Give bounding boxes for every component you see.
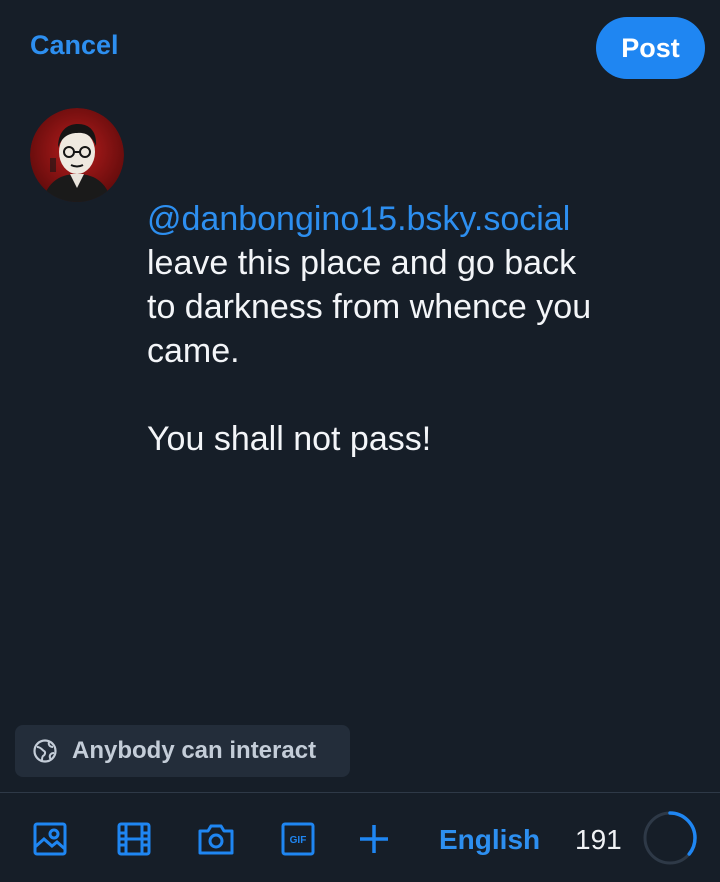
interaction-settings-button[interactable]: Anybody can interact [15, 725, 350, 777]
toolbar-divider [0, 792, 720, 793]
character-count: 191 [575, 824, 622, 855]
post-button[interactable]: Post [596, 17, 705, 79]
language-selector[interactable]: English [439, 824, 540, 856]
cancel-button[interactable]: Cancel [30, 30, 119, 61]
post-text-input[interactable]: @danbongino15.bsky.social leave this plac… [147, 109, 687, 505]
post-body-text: leave this place and go back to darkness… [147, 244, 592, 458]
mention-link[interactable]: @danbongino15.bsky.social [147, 197, 687, 241]
image-icon[interactable] [30, 819, 70, 859]
avatar [30, 108, 124, 202]
interaction-label: Anybody can interact [72, 737, 317, 764]
camera-icon[interactable] [196, 819, 236, 859]
character-progress-ring [643, 811, 697, 865]
svg-text:GIF: GIF [290, 835, 307, 846]
video-icon[interactable] [114, 819, 154, 859]
gif-icon[interactable]: GIF [278, 819, 318, 859]
compose-post-screen: Cancel Post @danbongino15.bsky.social le… [0, 0, 720, 882]
globe-icon [32, 738, 58, 764]
plus-icon[interactable] [354, 819, 394, 859]
